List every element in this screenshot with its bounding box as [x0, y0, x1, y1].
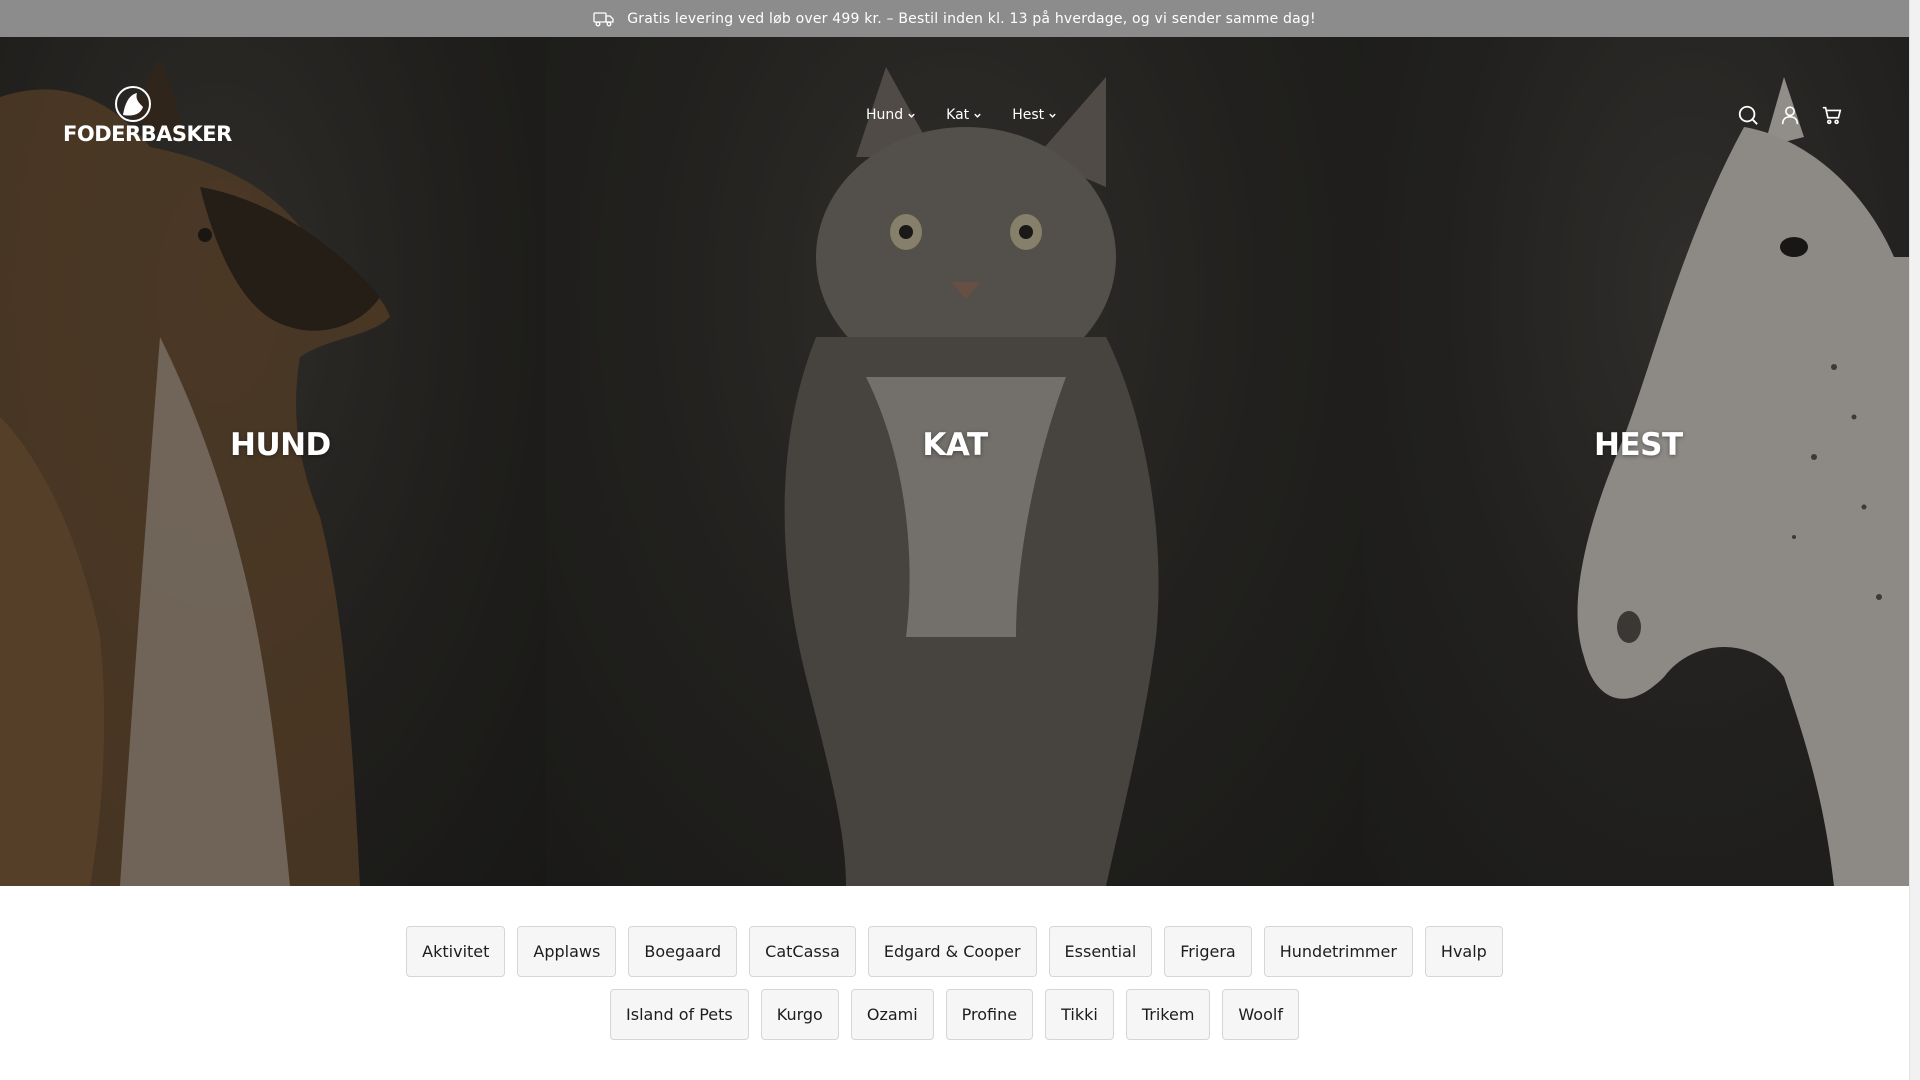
brand-chip[interactable]: Kurgo: [760, 989, 839, 1040]
site-logo[interactable]: FODERBASKER: [63, 85, 232, 149]
cart-icon[interactable]: [1820, 103, 1844, 127]
brand-chip[interactable]: Ozami: [850, 989, 934, 1040]
header-actions: [1736, 103, 1844, 127]
brand-row-2: Island of Pets Kurgo Ozami Profine Tikki…: [0, 989, 1909, 1040]
hero-label-horse: HEST: [1594, 427, 1683, 463]
site-header: FODERBASKER Hund Kat Hest: [0, 37, 1909, 197]
chevron-down-icon: [1049, 113, 1056, 118]
page-scrollbar[interactable]: [1909, 0, 1920, 1080]
announcement-bar: Gratis levering ved løb over 499 kr. – B…: [0, 0, 1909, 37]
brand-chip[interactable]: Tikki: [1045, 989, 1114, 1040]
brand-chip[interactable]: Essential: [1048, 926, 1153, 977]
brand-chip[interactable]: Island of Pets: [610, 989, 749, 1040]
brand-row-1: Aktivitet Applaws Boegaard CatCassa Edga…: [0, 926, 1909, 977]
brand-chip[interactable]: Woolf: [1222, 989, 1299, 1040]
search-icon[interactable]: [1736, 103, 1760, 127]
main-nav: Hund Kat Hest: [866, 107, 1057, 123]
nav-label-hest: Hest: [1012, 107, 1045, 123]
truck-icon: [593, 11, 615, 27]
brand-chip[interactable]: Frigera: [1164, 926, 1252, 977]
nav-item-hest[interactable]: Hest: [1012, 107, 1057, 123]
logo-wordmark: FODERBASKER: [63, 122, 232, 146]
nav-item-kat[interactable]: Kat: [946, 107, 982, 123]
brand-chip[interactable]: Hundetrimmer: [1263, 926, 1413, 977]
chevron-down-icon: [908, 113, 915, 118]
brand-chip[interactable]: Profine: [945, 989, 1034, 1040]
account-icon[interactable]: [1778, 103, 1802, 127]
nav-item-hund[interactable]: Hund: [866, 107, 916, 123]
brand-chip[interactable]: Trikem: [1125, 989, 1211, 1040]
brand-list: Aktivitet Applaws Boegaard CatCassa Edga…: [0, 926, 1909, 1052]
page: Gratis levering ved løb over 499 kr. – B…: [0, 0, 1920, 1080]
brand-chip[interactable]: Edgard & Cooper: [867, 926, 1037, 977]
nav-label-kat: Kat: [946, 107, 970, 123]
hero-label-dog: HUND: [230, 427, 331, 463]
brand-chip[interactable]: Boegaard: [628, 926, 738, 977]
brand-chip[interactable]: CatCassa: [749, 926, 856, 977]
brand-chip[interactable]: Applaws: [517, 926, 617, 977]
announcement-text: Gratis levering ved løb over 499 kr. – B…: [627, 10, 1316, 27]
nav-label-hund: Hund: [866, 107, 904, 123]
brand-chip[interactable]: Aktivitet: [406, 926, 506, 977]
hero-label-cat: KAT: [922, 427, 988, 463]
logo-mark-icon: [115, 86, 151, 122]
chevron-down-icon: [974, 113, 981, 118]
brand-chip[interactable]: Hvalp: [1424, 926, 1503, 977]
